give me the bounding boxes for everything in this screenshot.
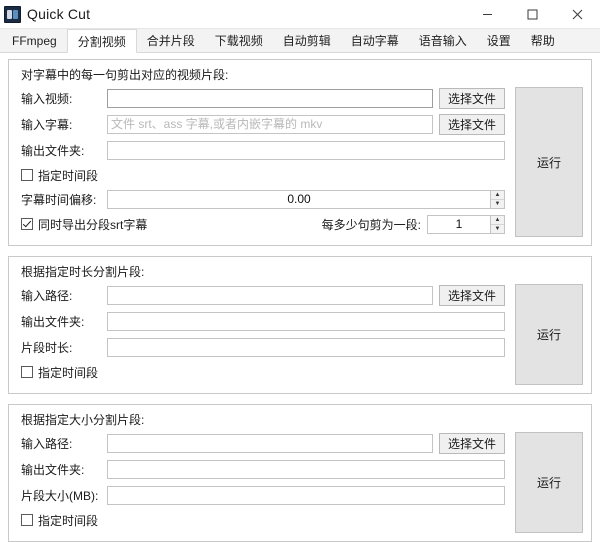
sentences-per-clip-stepper[interactable]: ▲ ▼ bbox=[427, 214, 505, 234]
run-button-duration-split[interactable]: 运行 bbox=[515, 284, 583, 385]
output-folder-field-3[interactable] bbox=[107, 459, 505, 479]
window-title: Quick Cut bbox=[27, 6, 91, 22]
input-path-label-3: 输入路径: bbox=[21, 436, 73, 451]
tab-download-video[interactable]: 下载视频 bbox=[205, 29, 273, 52]
tab-auto-edit[interactable]: 自动剪辑 bbox=[273, 29, 341, 52]
clip-duration-label: 片段时长: bbox=[21, 340, 73, 355]
maximize-button[interactable] bbox=[510, 0, 555, 28]
run-button-subtitle-split[interactable]: 运行 bbox=[515, 87, 583, 237]
tab-help[interactable]: 帮助 bbox=[521, 29, 565, 52]
spin-down-icon[interactable]: ▼ bbox=[491, 200, 504, 208]
checkbox-time-range-1[interactable]: 指定时间段 bbox=[21, 165, 505, 185]
row-output-folder-1: 输出文件夹: bbox=[21, 139, 505, 161]
checkbox-time-range-1-box[interactable] bbox=[21, 169, 33, 181]
tab-ffmpeg[interactable]: FFmpeg bbox=[2, 29, 67, 52]
group-subtitle-split-title: 对字幕中的每一句剪出对应的视频片段: bbox=[21, 68, 229, 82]
checkbox-time-range-3-label: 指定时间段 bbox=[38, 513, 99, 528]
group-duration-split: 根据指定时长分割片段: 输入路径: 选择文件 输出文件夹: 片段时长: 指定时间… bbox=[8, 256, 592, 394]
app-icon bbox=[4, 5, 21, 23]
checkbox-time-range-2[interactable]: 指定时间段 bbox=[21, 362, 505, 382]
input-video-field[interactable] bbox=[107, 88, 433, 108]
group-subtitle-split-fields: 输入视频: 选择文件 输入字幕: 选择文件 输出文件夹: 指定时间段 bbox=[21, 87, 505, 237]
tab-voice-input[interactable]: 语音输入 bbox=[409, 29, 477, 52]
input-path-label-2: 输入路径: bbox=[21, 288, 73, 303]
main-content: 对字幕中的每一句剪出对应的视频片段: 输入视频: 选择文件 输入字幕: 选择文件… bbox=[0, 53, 600, 542]
spin-up-icon[interactable]: ▲ bbox=[491, 216, 504, 225]
row-input-video: 输入视频: 选择文件 bbox=[21, 87, 505, 109]
input-subtitle-field[interactable] bbox=[107, 114, 433, 134]
input-path-browse-button-2[interactable]: 选择文件 bbox=[438, 284, 505, 306]
row-clip-duration: 片段时长: bbox=[21, 336, 505, 358]
checkbox-export-srt-label: 同时导出分段srt字幕 bbox=[38, 217, 148, 232]
spin-down-icon[interactable]: ▼ bbox=[491, 225, 504, 233]
subtitle-offset-stepper[interactable]: ▲ ▼ bbox=[107, 189, 505, 209]
close-button[interactable] bbox=[555, 0, 600, 28]
clip-size-field[interactable] bbox=[107, 485, 505, 505]
group-size-split-fields: 输入路径: 选择文件 输出文件夹: 片段大小(MB): 指定时间段 bbox=[21, 432, 505, 533]
subtitle-offset-label: 字幕时间偏移: bbox=[21, 192, 97, 207]
subtitle-offset-spin-buttons[interactable]: ▲ ▼ bbox=[490, 189, 505, 209]
tab-bar: FFmpeg 分割视频 合并片段 下载视频 自动剪辑 自动字幕 语音输入 设置 … bbox=[0, 29, 600, 53]
row-output-folder-2: 输出文件夹: bbox=[21, 310, 505, 332]
group-duration-split-title: 根据指定时长分割片段: bbox=[21, 265, 145, 279]
group-size-split-title: 根据指定大小分割片段: bbox=[21, 413, 145, 427]
sentences-per-clip-label: 每多少句剪为一段: bbox=[321, 217, 421, 232]
input-path-field-2[interactable] bbox=[107, 285, 433, 305]
checkbox-time-range-3-box[interactable] bbox=[21, 514, 33, 526]
clip-size-label: 片段大小(MB): bbox=[21, 488, 99, 503]
row-clip-size: 片段大小(MB): bbox=[21, 484, 505, 506]
minimize-icon bbox=[482, 9, 493, 20]
input-path-browse-button-3[interactable]: 选择文件 bbox=[438, 432, 505, 454]
tab-merge-clips[interactable]: 合并片段 bbox=[137, 29, 205, 52]
group-subtitle-split: 对字幕中的每一句剪出对应的视频片段: 输入视频: 选择文件 输入字幕: 选择文件… bbox=[8, 59, 592, 246]
input-video-browse-button[interactable]: 选择文件 bbox=[438, 87, 505, 109]
close-icon bbox=[572, 9, 583, 20]
input-path-field-3[interactable] bbox=[107, 433, 433, 453]
spin-up-icon[interactable]: ▲ bbox=[491, 191, 504, 200]
checkbox-time-range-2-label: 指定时间段 bbox=[38, 365, 99, 380]
group-duration-split-fields: 输入路径: 选择文件 输出文件夹: 片段时长: 指定时间段 bbox=[21, 284, 505, 385]
maximize-icon bbox=[527, 9, 538, 20]
row-output-folder-3: 输出文件夹: bbox=[21, 458, 505, 480]
row-input-path-2: 输入路径: 选择文件 bbox=[21, 284, 505, 306]
checkbox-export-srt-box[interactable] bbox=[21, 218, 33, 230]
sentences-per-clip-input[interactable] bbox=[427, 214, 490, 234]
subtitle-offset-input[interactable] bbox=[107, 189, 490, 209]
input-subtitle-browse-button[interactable]: 选择文件 bbox=[438, 113, 505, 135]
row-input-subtitle: 输入字幕: 选择文件 bbox=[21, 113, 505, 135]
checkbox-time-range-3[interactable]: 指定时间段 bbox=[21, 510, 505, 530]
output-folder-label-3: 输出文件夹: bbox=[21, 462, 85, 477]
output-folder-field-1[interactable] bbox=[107, 140, 505, 160]
tab-settings[interactable]: 设置 bbox=[477, 29, 521, 52]
output-folder-field-2[interactable] bbox=[107, 311, 505, 331]
output-folder-label-2: 输出文件夹: bbox=[21, 314, 85, 329]
tab-split-video[interactable]: 分割视频 bbox=[66, 29, 137, 53]
input-video-label: 输入视频: bbox=[21, 91, 73, 106]
window-controls bbox=[465, 0, 600, 28]
row-input-path-3: 输入路径: 选择文件 bbox=[21, 432, 505, 454]
input-subtitle-label: 输入字幕: bbox=[21, 117, 73, 132]
checkbox-time-range-2-box[interactable] bbox=[21, 366, 33, 378]
row-export-srt: 同时导出分段srt字幕 每多少句剪为一段: ▲ ▼ bbox=[21, 214, 505, 234]
title-bar: Quick Cut bbox=[0, 0, 600, 29]
sentences-spin-buttons[interactable]: ▲ ▼ bbox=[490, 214, 505, 234]
output-folder-label-1: 输出文件夹: bbox=[21, 143, 85, 158]
minimize-button[interactable] bbox=[465, 0, 510, 28]
group-size-split: 根据指定大小分割片段: 输入路径: 选择文件 输出文件夹: 片段大小(MB): bbox=[8, 404, 592, 542]
tab-auto-subtitle[interactable]: 自动字幕 bbox=[341, 29, 409, 52]
clip-duration-field[interactable] bbox=[107, 337, 505, 357]
run-button-size-split[interactable]: 运行 bbox=[515, 432, 583, 533]
row-subtitle-offset: 字幕时间偏移: ▲ ▼ bbox=[21, 188, 505, 210]
checkbox-time-range-1-label: 指定时间段 bbox=[38, 168, 99, 183]
